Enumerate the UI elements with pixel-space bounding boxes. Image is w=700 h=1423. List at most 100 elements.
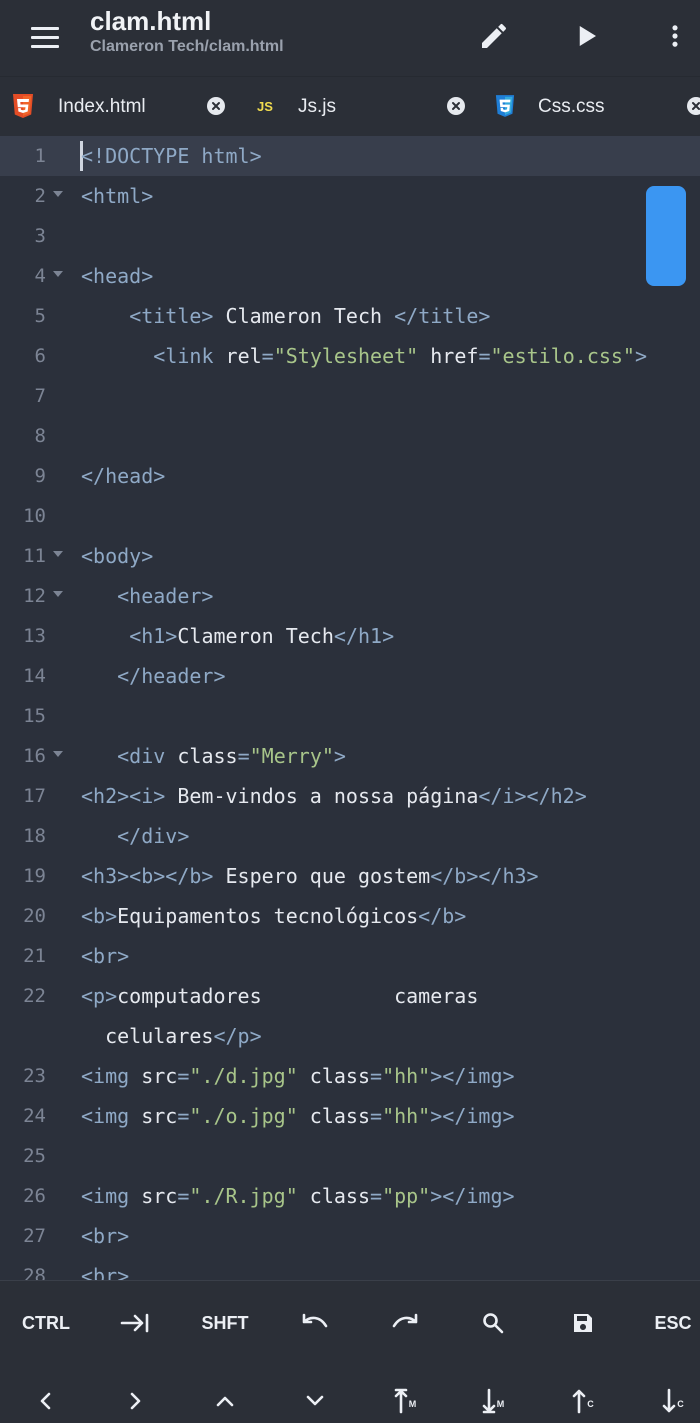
- code-tag: </h1>: [333, 624, 395, 648]
- close-icon[interactable]: [447, 97, 465, 115]
- tab-icon[interactable]: [100, 1295, 170, 1351]
- code-line[interactable]: 9 </head>: [0, 456, 700, 496]
- code-text: </div>: [117, 816, 189, 856]
- code-line[interactable]: 2 <html>: [0, 176, 700, 216]
- html5-icon: [12, 94, 34, 118]
- redo-icon[interactable]: [370, 1295, 440, 1351]
- code-tag: <b>: [81, 904, 118, 928]
- code-tag: <div: [117, 744, 178, 768]
- line-number: 14: [23, 665, 46, 687]
- fold-arrow-icon[interactable]: [53, 551, 63, 557]
- code-line[interactable]: 5 <title> Clameron Tech </title>: [0, 296, 700, 336]
- undo-icon[interactable]: [280, 1295, 350, 1351]
- line-number: 13: [23, 625, 46, 647]
- fold-arrow-icon[interactable]: [53, 271, 63, 277]
- more-vert-icon[interactable]: [651, 12, 699, 60]
- code-line[interactable]: 11 <body>: [0, 536, 700, 576]
- fold-arrow-icon[interactable]: [53, 751, 63, 757]
- code-line[interactable]: celulares</p>: [0, 1016, 700, 1056]
- code-line[interactable]: 8: [0, 416, 700, 456]
- copy-line-up-icon[interactable]: C: [548, 1373, 618, 1423]
- code-line[interactable]: 26 <img src="./R.jpg" class="pp"></img>: [0, 1176, 700, 1216]
- chevron-left-icon[interactable]: [11, 1373, 81, 1423]
- esc-key[interactable]: ESC: [638, 1295, 700, 1351]
- code-text: </header>: [117, 656, 225, 696]
- code-line[interactable]: 14 </header>: [0, 656, 700, 696]
- fold-arrow-icon[interactable]: [53, 191, 63, 197]
- code-line[interactable]: 13 <h1>Clameron Tech</h1>: [0, 616, 700, 656]
- save-icon[interactable]: [548, 1295, 618, 1351]
- code-line[interactable]: 23 <img src="./d.jpg" class="hh"></img>: [0, 1056, 700, 1096]
- line-number: 20: [23, 905, 46, 927]
- code-text: <p>computadores cameras: [81, 976, 478, 1016]
- code-tag: =: [370, 1184, 383, 1208]
- chevron-up-icon[interactable]: [190, 1373, 260, 1423]
- line-number: 26: [23, 1185, 46, 1207]
- tab-js-js[interactable]: JS Js.js: [240, 77, 480, 136]
- copy-line-down-icon[interactable]: C: [638, 1373, 700, 1423]
- tab-css-css[interactable]: Css.css: [480, 77, 700, 136]
- search-icon[interactable]: [458, 1295, 528, 1351]
- ctrl-key[interactable]: CTRL: [11, 1295, 81, 1351]
- code-line[interactable]: 22 <p>computadores cameras: [0, 976, 700, 1016]
- code-text: <h1>Clameron Tech</h1>: [129, 616, 394, 656]
- code-tag: >: [634, 344, 648, 368]
- close-icon[interactable]: [207, 97, 225, 115]
- close-icon[interactable]: [687, 97, 700, 115]
- code-line[interactable]: 4 <head>: [0, 256, 700, 296]
- code-plain: celulares: [105, 1024, 214, 1048]
- code-line[interactable]: 21 <br>: [0, 936, 700, 976]
- line-number: 12: [23, 585, 46, 607]
- code-tag: =: [370, 1104, 383, 1128]
- code-line[interactable]: 6 <link rel="Stylesheet" href="estilo.css…: [0, 336, 700, 376]
- shift-key[interactable]: SHFT: [190, 1295, 260, 1351]
- chevron-down-icon[interactable]: [280, 1373, 350, 1423]
- code-tag: </header>: [117, 664, 226, 688]
- code-line[interactable]: 20 <b>Equipamentos tecnológicos</b>: [0, 896, 700, 936]
- code-text: <br>: [81, 936, 129, 976]
- code-line[interactable]: 1 <!DOCTYPE html>: [0, 136, 700, 176]
- code-plain: src: [141, 1104, 178, 1128]
- code-line[interactable]: 17 <h2><i> Bem-vindos a nossa página</i><…: [0, 776, 700, 816]
- code-text: <b>Equipamentos tecnológicos</b>: [81, 896, 466, 936]
- code-tag: </div>: [117, 824, 190, 848]
- code-line[interactable]: 25: [0, 1136, 700, 1176]
- code-line[interactable]: 27 <br>: [0, 1216, 700, 1256]
- move-line-up-icon[interactable]: M: [370, 1373, 440, 1423]
- code-text: <img src="./o.jpg" class="hh"></img>: [81, 1096, 515, 1136]
- line-number: 27: [23, 1225, 46, 1247]
- code-plain: class: [177, 744, 238, 768]
- code-line[interactable]: 10: [0, 496, 700, 536]
- code-line[interactable]: 19 <h3><b></b> Espero que gostem</b></h3>: [0, 856, 700, 896]
- line-number: 5: [34, 305, 46, 327]
- tab-index-html[interactable]: Index.html: [0, 77, 240, 136]
- code-line[interactable]: 28 <br>: [0, 1256, 700, 1280]
- pencil-icon[interactable]: [470, 12, 518, 60]
- code-line[interactable]: 18 </div>: [0, 816, 700, 856]
- play-icon[interactable]: [562, 12, 610, 60]
- fold-arrow-icon[interactable]: [53, 591, 63, 597]
- line-number: 4: [34, 265, 46, 287]
- code-line[interactable]: 15: [0, 696, 700, 736]
- code-plain: Clameron Tech: [213, 304, 395, 328]
- code-editor[interactable]: 1 <!DOCTYPE html> 2 <html> 3 4 <head> 5 <title> …: [0, 136, 700, 1280]
- menu-icon[interactable]: [22, 14, 68, 60]
- code-line[interactable]: 3: [0, 216, 700, 256]
- line-number: 17: [23, 785, 46, 807]
- code-tag: <body>: [81, 544, 154, 568]
- line-number: 3: [34, 225, 46, 247]
- code-line[interactable]: 16 <div class="Merry">: [0, 736, 700, 776]
- code-text: celulares</p>: [105, 1016, 262, 1056]
- code-line[interactable]: 7: [0, 376, 700, 416]
- line-number: 10: [23, 505, 46, 527]
- code-string: "./R.jpg": [189, 1184, 298, 1208]
- extra-keys-bar: CTRL SHFT ESC M M C C: [0, 1280, 700, 1423]
- code-line[interactable]: 24 <img src="./o.jpg" class="hh"></img>: [0, 1096, 700, 1136]
- code-line[interactable]: 12 <header>: [0, 576, 700, 616]
- scrollbar-thumb[interactable]: [646, 186, 686, 286]
- chevron-right-icon[interactable]: [100, 1373, 170, 1423]
- code-tag: </i></h2>: [478, 784, 587, 808]
- move-line-down-icon[interactable]: M: [458, 1373, 528, 1423]
- code-text: <header>: [117, 576, 213, 616]
- line-number: 15: [23, 705, 46, 727]
